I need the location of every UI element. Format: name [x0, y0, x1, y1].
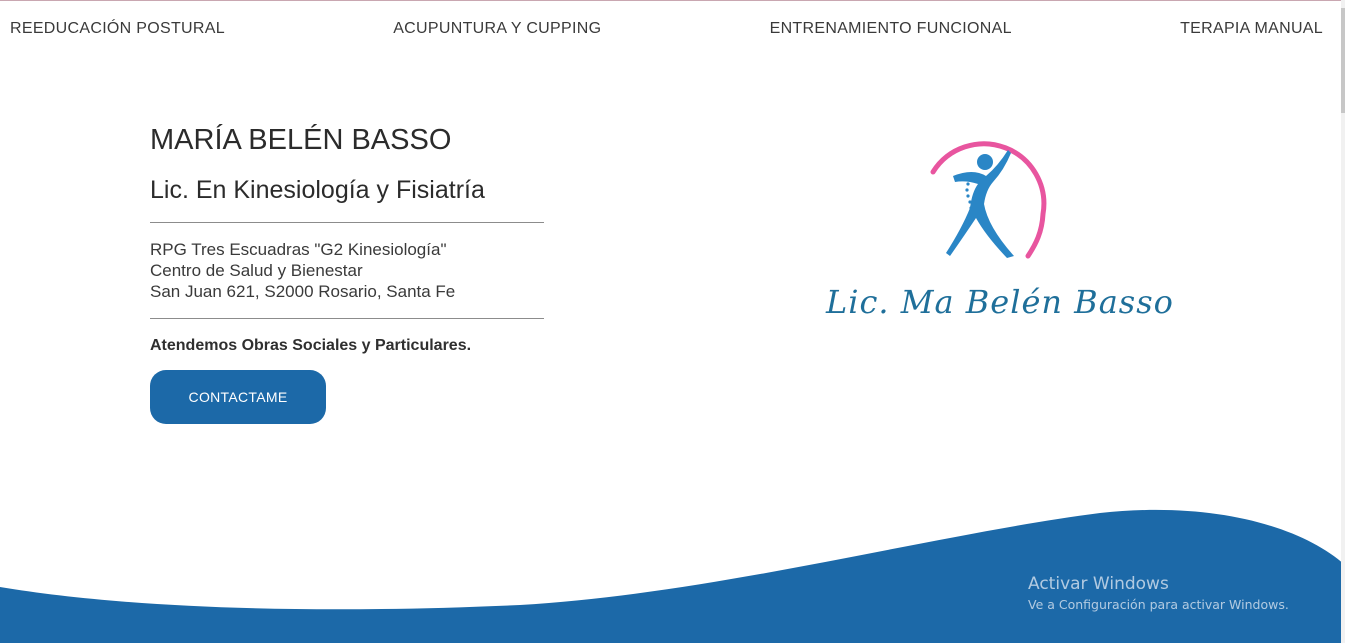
address-line-center: Centro de Salud y Bienestar [150, 261, 363, 280]
figure-with-spine-and-arc-icon [930, 141, 1047, 259]
practitioner-title: Lic. En Kinesiología y Fisiatría [150, 176, 485, 204]
page: REEDUCACIÓN POSTURAL ACUPUNTURA Y CUPPIN… [0, 0, 1345, 643]
address-line-clinic-name: RPG Tres Escuadras "G2 Kinesiología" [150, 240, 447, 259]
hero-intro: MARÍA BELÉN BASSO Lic. En Kinesiología y… [150, 120, 544, 424]
insurance-notice: Atendemos Obras Sociales y Particulares. [150, 337, 472, 354]
nav-item-reeducacion-postural[interactable]: REEDUCACIÓN POSTURAL [10, 20, 225, 38]
section-divider [150, 222, 544, 223]
top-divider [0, 0, 1345, 1]
watermark-subtitle: Ve a Configuración para activar Windows. [1028, 597, 1289, 612]
practitioner-name: MARÍA BELÉN BASSO [150, 124, 452, 156]
clinic-address: RPG Tres Escuadras "G2 Kinesiología" Cen… [150, 239, 544, 302]
logo-signature: Lic. Ma Belén Basso [826, 283, 1174, 321]
address-line-street: San Juan 621, S2000 Rosario, Santa Fe [150, 282, 456, 301]
nav-item-entrenamiento-funcional[interactable]: ENTRENAMIENTO FUNCIONAL [770, 20, 1012, 38]
scrollbar[interactable] [1341, 0, 1345, 643]
watermark-title: Activar Windows [1028, 574, 1169, 594]
windows-activation-watermark: Activar Windows Ve a Configuración para … [1028, 574, 1289, 612]
nav-item-acupuntura-cupping[interactable]: ACUPUNTURA Y CUPPING [393, 20, 601, 38]
scrollbar-thumb[interactable] [1341, 8, 1345, 113]
nav-item-terapia-manual[interactable]: TERAPIA MANUAL [1180, 20, 1323, 38]
top-navigation: REEDUCACIÓN POSTURAL ACUPUNTURA Y CUPPIN… [10, 17, 1323, 41]
contact-button[interactable]: CONTACTAME [150, 370, 326, 424]
section-divider [150, 318, 544, 319]
